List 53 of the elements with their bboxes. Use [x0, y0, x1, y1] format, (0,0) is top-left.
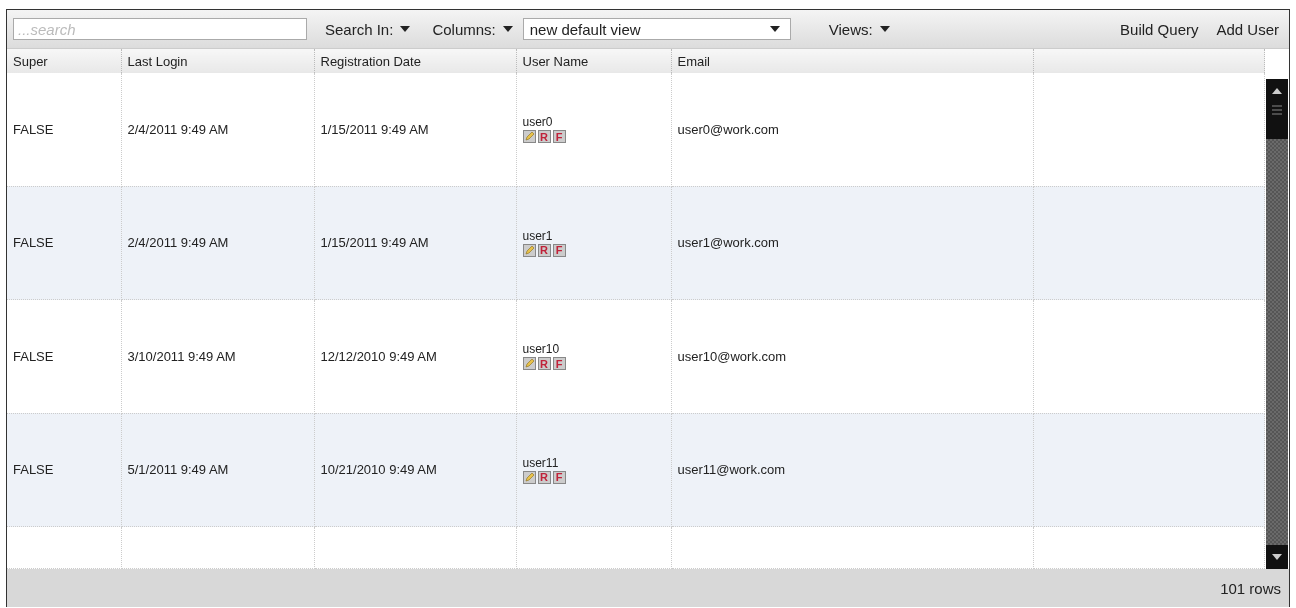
- row-count: 101 rows: [1220, 579, 1281, 597]
- caret-icon: [400, 26, 411, 32]
- table-cell: user1@work.com: [677, 235, 779, 251]
- table-cell: 2/4/2011 9:49 AM: [127, 235, 229, 251]
- table-cell: 1/15/2011 9:49 AM: [320, 235, 429, 251]
- user-name: user0: [522, 115, 554, 130]
- select-value: new default view: [529, 20, 641, 38]
- pencil-icon[interactable]: [522, 357, 536, 371]
- scroll-up-button[interactable]: [1266, 79, 1288, 139]
- table-cell: 5/1/2011 9:49 AM: [127, 462, 229, 478]
- scrollbar[interactable]: [1266, 79, 1288, 569]
- action-button[interactable]: R: [537, 243, 551, 257]
- action-button[interactable]: F: [552, 130, 566, 144]
- dropdown-menu[interactable]: Columns:: [428, 20, 517, 38]
- column-header[interactable]: Last Login: [121, 49, 314, 73]
- table-cell: 1/15/2011 9:49 AM: [320, 121, 429, 137]
- table-cell: user10@work.com: [677, 348, 787, 364]
- table-cell: user0@work.com: [677, 121, 779, 137]
- toolbar-link[interactable]: Build Query: [1118, 20, 1201, 38]
- action-button[interactable]: R: [537, 130, 551, 144]
- caret-icon: [502, 26, 513, 32]
- pencil-icon[interactable]: [522, 243, 536, 257]
- user-name: user11: [522, 455, 560, 470]
- caret-icon: [769, 26, 780, 32]
- table-cell: user11@work.com: [677, 462, 786, 478]
- view-select[interactable]: new default view: [522, 18, 791, 40]
- scroll-down-button[interactable]: [1266, 545, 1288, 569]
- dropdown-menu[interactable]: Search In:: [321, 20, 415, 38]
- table-cell: FALSE: [13, 235, 54, 251]
- column-header[interactable]: Email: [671, 49, 1033, 73]
- user-name: user1: [522, 228, 554, 243]
- caret-icon: [879, 26, 890, 32]
- table-cell: FALSE: [13, 462, 54, 478]
- user-name: user10: [522, 342, 561, 357]
- dropdown-menu[interactable]: Views:: [824, 20, 894, 38]
- action-button[interactable]: F: [552, 357, 566, 371]
- table-cell: 3/10/2011 9:49 AM: [127, 348, 236, 364]
- table-cell: 2/4/2011 9:49 AM: [127, 121, 229, 137]
- column-header[interactable]: Registration Date: [314, 49, 516, 73]
- action-button[interactable]: F: [552, 470, 566, 484]
- action-button[interactable]: R: [537, 357, 551, 371]
- table-cell: FALSE: [13, 348, 54, 364]
- action-button[interactable]: F: [552, 243, 566, 257]
- column-header[interactable]: User Name: [516, 49, 671, 73]
- toolbar-link[interactable]: Add User: [1214, 20, 1281, 38]
- column-header[interactable]: Super: [7, 49, 121, 73]
- table-cell: 12/12/2010 9:49 AM: [320, 348, 437, 364]
- table-cell: 10/21/2010 9:49 AM: [320, 462, 437, 478]
- table-cell: FALSE: [13, 121, 54, 137]
- pencil-icon[interactable]: [522, 130, 536, 144]
- action-button[interactable]: R: [537, 470, 551, 484]
- pencil-icon[interactable]: [522, 470, 536, 484]
- search-field[interactable]: ...search: [13, 18, 307, 40]
